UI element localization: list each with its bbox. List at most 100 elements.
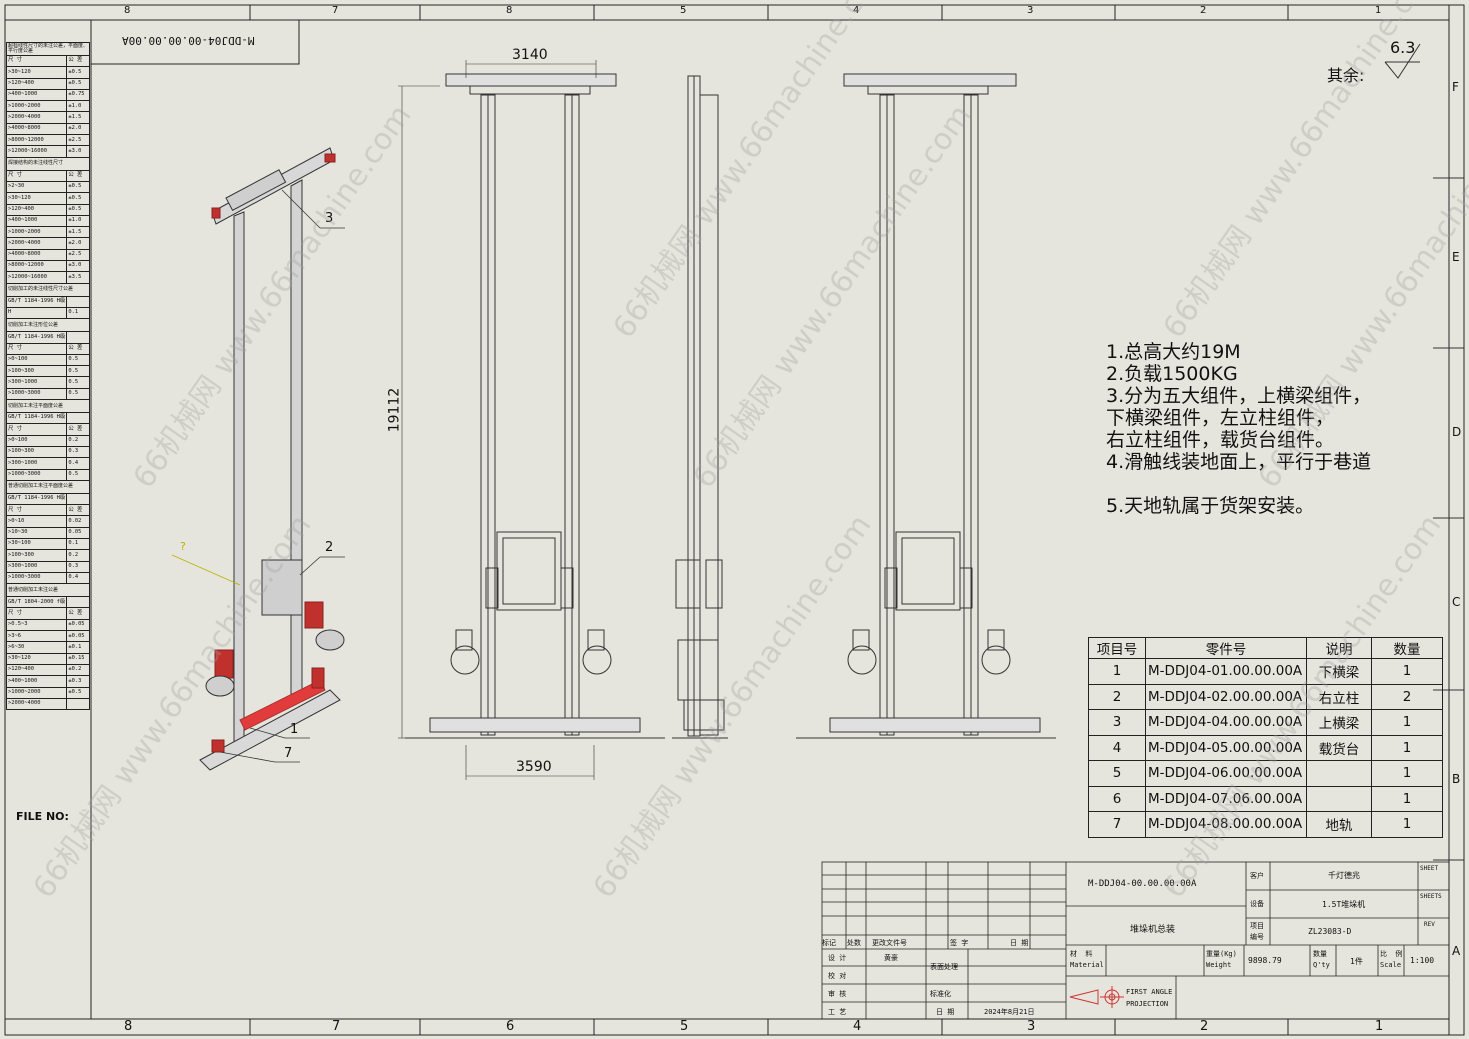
- tolerance-value: ±0.15: [66, 652, 90, 665]
- tb-rev-header: 标记: [822, 939, 836, 947]
- note-line: 4.滑触线装地面上，平行于巷道: [1106, 451, 1372, 473]
- tolerance-row: >4000~8000 ±2.5: [5, 248, 90, 262]
- tb-weight: 9898.79: [1248, 956, 1282, 965]
- bom-cell: 地轨: [1306, 811, 1372, 838]
- tolerance-row: GB/T 1184-1996 H级: [5, 412, 90, 425]
- bom-cell: 4: [1088, 734, 1146, 761]
- tb-project-no: ZL23083-D: [1308, 927, 1352, 936]
- balloon-7: 7: [284, 746, 293, 761]
- tolerance-size: >0~100: [5, 353, 68, 367]
- tolerance-size: GB/T 1804-2000 f级: [5, 596, 68, 609]
- tolerance-table: 超标线性尺寸的未注公差，平面度、平行度公差尺 寸公 差 >30~120 ±0.5 >1…: [5, 42, 90, 711]
- zone-top-1: 8: [124, 5, 131, 16]
- tolerance-row: 普通切削加工未注公差: [6, 583, 90, 598]
- bom-cell: [1306, 760, 1372, 787]
- zone-bottom-4: 5: [680, 1019, 689, 1034]
- tolerance-row: >0~10 0.02: [5, 515, 90, 528]
- tolerance-size: >1000~3000: [5, 387, 68, 401]
- bom-cell: 6: [1088, 785, 1146, 812]
- tolerance-row: H 0.1: [5, 306, 90, 320]
- dim-top-width: 3140: [512, 47, 548, 63]
- tolerance-value: ±0.5: [66, 66, 90, 79]
- tb-standard-label: 标准化: [930, 990, 951, 998]
- tolerance-size: >4000~8000: [5, 248, 68, 262]
- projection-symbol: [1069, 986, 1124, 1008]
- tb-role: 设 计: [828, 954, 847, 962]
- tolerance-size: >400~1000: [5, 214, 68, 228]
- bom-cell: 1: [1088, 658, 1146, 685]
- bom-cell: 1: [1371, 760, 1443, 787]
- tb-projection: FIRST ANGLE PROJECTION: [1126, 988, 1173, 1008]
- tolerance-size: 尺 寸: [5, 54, 68, 68]
- tolerance-value: ±2.0: [66, 122, 90, 136]
- tolerance-row: >8000~12000 ±2.5: [5, 134, 90, 147]
- tolerance-size: >0~100: [5, 434, 68, 447]
- tolerance-row: 尺 寸公 差: [5, 342, 90, 355]
- tb-role: 校 对: [828, 972, 847, 980]
- tb-role: 工 艺: [828, 1008, 847, 1016]
- tolerance-value: 0.5: [66, 468, 90, 481]
- tolerance-size: >30~120: [5, 66, 68, 79]
- tolerance-value: 公 差: [66, 169, 90, 182]
- zone-bottom-7: 2: [1200, 1019, 1209, 1034]
- bom-header: 项目号: [1088, 637, 1146, 659]
- tolerance-row: 尺 寸公 差: [5, 504, 90, 517]
- tolerance-heading: 普通切削加工未注公差: [6, 583, 90, 598]
- tolerance-value: 公 差: [66, 607, 90, 620]
- tb-date: 2024年8月21日: [984, 1008, 1035, 1016]
- tolerance-row: GB/T 1184-1996 H级: [5, 331, 90, 344]
- tolerance-size: >6~30: [5, 641, 68, 654]
- tolerance-size: >1000~2000: [5, 226, 68, 239]
- zone-bottom-2: 7: [332, 1019, 341, 1034]
- tolerance-value: 公 差: [66, 504, 90, 517]
- tolerance-row: >300~1000 0.5: [5, 376, 90, 389]
- tolerance-value: 0.4: [66, 571, 90, 585]
- tolerance-value: 0.2: [66, 434, 90, 447]
- tolerance-size: >100~300: [5, 445, 68, 459]
- tolerance-value: 0.5: [66, 387, 90, 401]
- tolerance-value: 0.5: [66, 353, 90, 367]
- tolerance-size: >2000~4000: [5, 697, 68, 711]
- tb-drawing-name: 堆垛机总装: [1130, 925, 1176, 935]
- tolerance-row: >3~6 ±0.05: [5, 630, 90, 643]
- zone-bottom-3: 6: [506, 1019, 515, 1034]
- tb-role: 审 核: [828, 990, 847, 998]
- bom-cell: 2: [1371, 683, 1443, 710]
- tolerance-value: ±1.5: [66, 111, 90, 124]
- tb-scale: 1:100: [1410, 956, 1435, 965]
- tolerance-value: ±1.5: [66, 226, 90, 239]
- tolerance-row: >2~30 ±0.5: [5, 180, 90, 194]
- tolerance-size: >1000~3000: [5, 468, 68, 481]
- tolerance-heading: 普通切削加工未注平面度公差: [6, 479, 90, 494]
- zone-top-7: 2: [1200, 5, 1207, 16]
- zone-bottom-1: 8: [124, 1019, 133, 1034]
- tolerance-value: ±3.0: [66, 260, 90, 273]
- tolerance-heading: 切削加工未注形位公差: [6, 318, 90, 333]
- tolerance-size: >2000~4000: [5, 111, 68, 124]
- tolerance-value: [66, 412, 90, 425]
- bom-cell: M-DDJ04-01.00.00.00A: [1145, 658, 1307, 685]
- tolerance-size: >8000~12000: [5, 134, 68, 147]
- tolerance-value: [66, 295, 90, 308]
- zone-top-3: 8: [506, 5, 513, 16]
- tolerance-row: >300~1000 0.3: [5, 560, 90, 573]
- front-view: [398, 60, 665, 780]
- tolerance-size: >300~1000: [5, 376, 68, 389]
- bom-cell: 7: [1088, 811, 1146, 838]
- tb-rev-header: 签 字: [950, 939, 969, 947]
- tb-customer-label: 客户: [1250, 872, 1264, 880]
- balloon-2: 2: [325, 540, 334, 555]
- tolerance-value: ±0.5: [66, 203, 90, 216]
- tolerance-value: 0.4: [66, 457, 90, 470]
- bom-cell: 1: [1371, 734, 1443, 761]
- tolerance-value: ±3.5: [66, 271, 90, 284]
- tolerance-row: >400~1000 ±0.75: [5, 88, 90, 102]
- balloon-1: 1: [290, 722, 299, 737]
- bom-cell: 载货台: [1306, 734, 1372, 761]
- tolerance-row: >1000~2000 ±1.0: [5, 100, 90, 113]
- balloon-question: ?: [180, 540, 186, 553]
- tolerance-row: >2000~4000: [5, 697, 90, 711]
- tolerance-row: GB/T 1804-2000 f级: [5, 596, 90, 609]
- tolerance-value: 0.1: [66, 306, 90, 320]
- tolerance-row: 切削加工未注形位公差: [6, 318, 90, 333]
